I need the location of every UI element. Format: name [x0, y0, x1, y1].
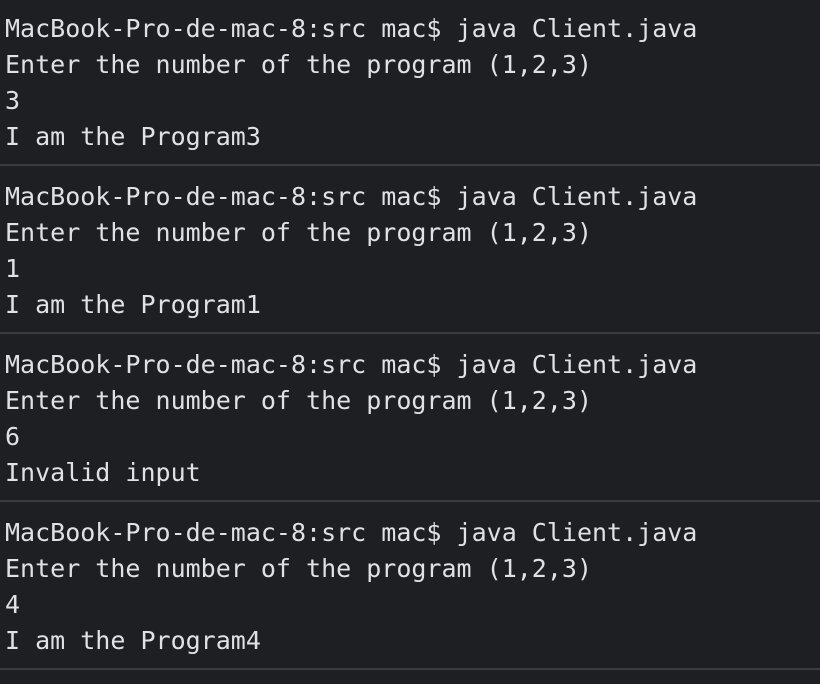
- command-block: MacBook-Pro-de-mac-8:src mac$ java Clien…: [0, 11, 820, 166]
- command-block: MacBook-Pro-de-mac-8:src mac$ java Clien…: [0, 515, 820, 670]
- command-line: MacBook-Pro-de-mac-8:src mac$ java Clien…: [5, 518, 698, 547]
- program-output: I am the Program3: [5, 122, 261, 151]
- user-input: 1: [5, 254, 21, 283]
- program-prompt: Enter the number of the program (1,2,3): [5, 50, 592, 79]
- program-prompt: Enter the number of the program (1,2,3): [5, 218, 592, 247]
- command-block: MacBook-Pro-de-mac-8:src mac$ java Clien…: [0, 347, 820, 502]
- command-line: MacBook-Pro-de-mac-8:src mac$ java Clien…: [5, 14, 698, 43]
- command-line: MacBook-Pro-de-mac-8:src mac$ java Clien…: [5, 350, 698, 379]
- program-prompt: Enter the number of the program (1,2,3): [5, 554, 592, 583]
- terminal-output[interactable]: MacBook-Pro-de-mac-8:src mac$ java Clien…: [0, 0, 820, 684]
- program-output: Invalid input: [5, 458, 201, 487]
- command-block: MacBook-Pro-de-mac-8:src mac$ java Clien…: [0, 179, 820, 334]
- user-input: 4: [5, 590, 21, 619]
- command-line: MacBook-Pro-de-mac-8:src mac$ java Clien…: [5, 182, 698, 211]
- program-output: I am the Program1: [5, 290, 261, 319]
- user-input: 3: [5, 86, 21, 115]
- user-input: 6: [5, 422, 21, 451]
- program-prompt: Enter the number of the program (1,2,3): [5, 386, 592, 415]
- program-output: I am the Program4: [5, 626, 261, 655]
